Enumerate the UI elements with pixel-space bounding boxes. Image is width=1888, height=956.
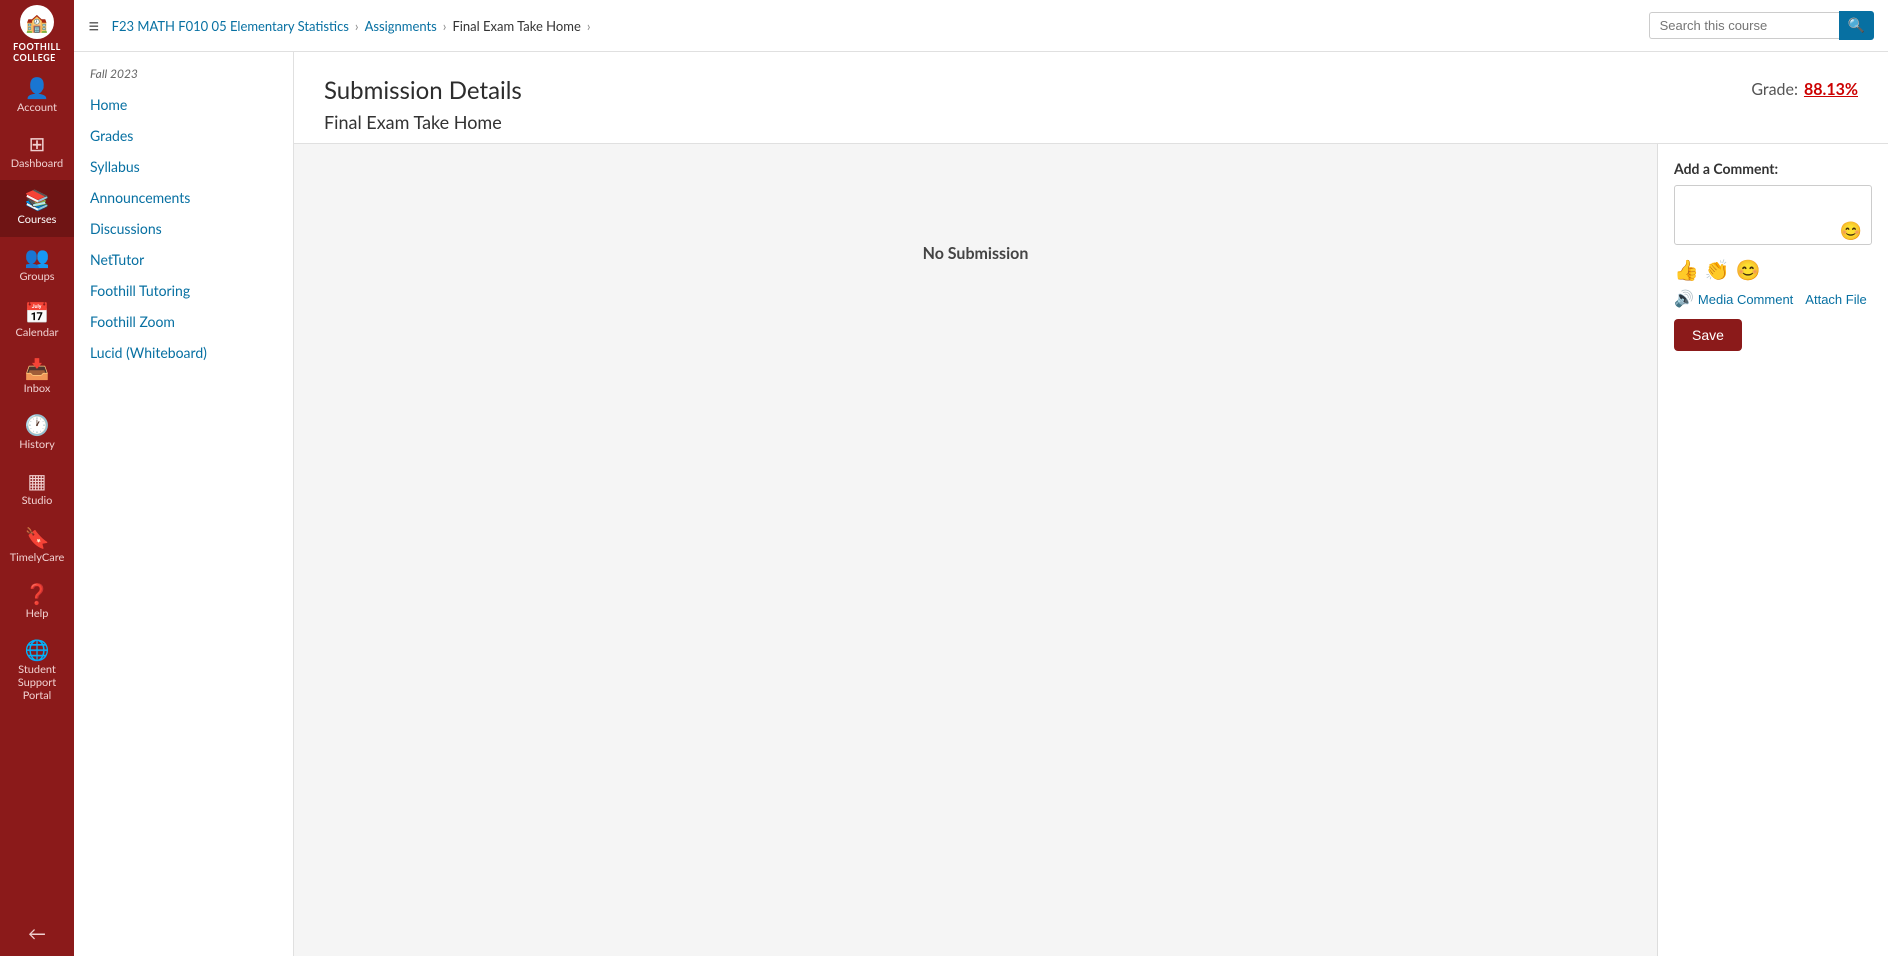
no-submission-text: No Submission bbox=[923, 244, 1029, 263]
thumbs-up-button[interactable]: 👍 bbox=[1674, 258, 1699, 283]
sidebar-item-label: Help bbox=[26, 607, 49, 620]
sidebar-item-account[interactable]: 👤 Account bbox=[0, 68, 74, 124]
help-icon: ❓ bbox=[25, 584, 50, 604]
comment-actions: 👍 👏 😊 🔊 Media Comment Attach File bbox=[1674, 258, 1872, 309]
breadcrumb-sep-2: › bbox=[443, 18, 447, 34]
breadcrumb-course[interactable]: F23 MATH F010 05 Elementary Statistics bbox=[112, 18, 349, 34]
breadcrumb-sep-1: › bbox=[355, 18, 359, 34]
sidebar-collapse-button[interactable]: ← bbox=[16, 910, 58, 956]
breadcrumb: F23 MATH F010 05 Elementary Statistics ›… bbox=[112, 18, 1649, 34]
collapse-icon: ← bbox=[28, 922, 46, 944]
sidebar-item-courses[interactable]: 📚 Courses bbox=[0, 180, 74, 236]
course-nav-home[interactable]: Home bbox=[74, 89, 293, 120]
dashboard-icon: ⊞ bbox=[29, 134, 46, 154]
sidebar-item-inbox[interactable]: 📥 Inbox bbox=[0, 349, 74, 405]
student-support-icon: 🌐 bbox=[25, 640, 50, 660]
search-button[interactable]: 🔍 bbox=[1839, 11, 1874, 40]
breadcrumb-assignments[interactable]: Assignments bbox=[365, 18, 437, 34]
sidebar-item-student-support[interactable]: 🌐 Student Support Portal bbox=[0, 630, 74, 713]
sidebar-item-label: Calendar bbox=[16, 326, 59, 339]
search-area: 🔍 bbox=[1649, 11, 1874, 40]
menu-icon[interactable]: ≡ bbox=[88, 14, 100, 38]
comment-panel-title: Add a Comment: bbox=[1674, 160, 1872, 177]
search-input[interactable] bbox=[1649, 12, 1839, 39]
sidebar-item-studio[interactable]: ▦ Studio bbox=[0, 461, 74, 517]
page-content: Submission Details Final Exam Take Home … bbox=[294, 52, 1888, 956]
inbox-icon: 📥 bbox=[25, 359, 50, 379]
account-icon: 👤 bbox=[25, 78, 50, 98]
timelycare-icon: 🔖 bbox=[25, 528, 50, 548]
logo[interactable]: 🏫 FOOTHILLCOLLEGE bbox=[0, 0, 74, 68]
sidebar-item-label: TimelyCare bbox=[10, 551, 65, 564]
smiley-button[interactable]: 😊 bbox=[1736, 258, 1761, 283]
course-nav-discussions[interactable]: Discussions bbox=[74, 213, 293, 244]
course-nav-foothill-zoom[interactable]: Foothill Zoom bbox=[74, 306, 293, 337]
course-nav-grades[interactable]: Grades bbox=[74, 120, 293, 151]
emoji-textarea-hint: 😊 bbox=[1840, 219, 1862, 242]
sidebar-item-label: Courses bbox=[18, 213, 57, 226]
main-area: ≡ F23 MATH F010 05 Elementary Statistics… bbox=[74, 0, 1888, 956]
grade-label: Grade: bbox=[1751, 80, 1798, 99]
sidebar-item-groups[interactable]: 👥 Groups bbox=[0, 237, 74, 293]
breadcrumb-current: Final Exam Take Home bbox=[452, 18, 580, 34]
course-semester: Fall 2023 bbox=[74, 66, 293, 89]
media-comment-label: Media Comment bbox=[1698, 292, 1793, 307]
sidebar: 🏫 FOOTHILLCOLLEGE 👤 Account ⊞ Dashboard … bbox=[0, 0, 74, 956]
groups-icon: 👥 bbox=[25, 247, 50, 267]
course-nav-foothill-tutoring[interactable]: Foothill Tutoring bbox=[74, 275, 293, 306]
sidebar-item-label: Inbox bbox=[24, 382, 51, 395]
topbar: ≡ F23 MATH F010 05 Elementary Statistics… bbox=[74, 0, 1888, 52]
studio-icon: ▦ bbox=[28, 471, 47, 491]
sidebar-item-timelycare[interactable]: 🔖 TimelyCare bbox=[0, 518, 74, 574]
sidebar-item-help[interactable]: ❓ Help bbox=[0, 574, 74, 630]
course-nav-nettutor[interactable]: NetTutor bbox=[74, 244, 293, 275]
breadcrumb-sep-3: › bbox=[587, 18, 591, 34]
clap-button[interactable]: 👏 bbox=[1705, 258, 1730, 283]
sidebar-item-label: Dashboard bbox=[11, 157, 63, 170]
attach-file-button[interactable]: Attach File bbox=[1805, 292, 1866, 307]
page-header: Submission Details Final Exam Take Home … bbox=[294, 52, 1888, 144]
history-icon: 🕐 bbox=[25, 415, 50, 435]
sidebar-item-dashboard[interactable]: ⊞ Dashboard bbox=[0, 124, 74, 180]
assignment-name: Final Exam Take Home bbox=[324, 111, 522, 133]
course-nav-announcements[interactable]: Announcements bbox=[74, 182, 293, 213]
content-wrapper: Fall 2023 Home Grades Syllabus Announcem… bbox=[74, 52, 1888, 956]
sidebar-item-label: Studio bbox=[22, 494, 53, 507]
sidebar-item-label: Groups bbox=[19, 270, 54, 283]
grade-value: 88.13% bbox=[1804, 80, 1858, 99]
sidebar-item-calendar[interactable]: 📅 Calendar bbox=[0, 293, 74, 349]
save-button[interactable]: Save bbox=[1674, 319, 1742, 351]
logo-icon: 🏫 bbox=[20, 5, 54, 39]
courses-icon: 📚 bbox=[25, 190, 50, 210]
submission-area: No Submission Add a Comment: 😊 👍 👏 😊 bbox=[294, 144, 1888, 956]
sidebar-item-label: History bbox=[19, 438, 55, 451]
page-title: Submission Details bbox=[324, 76, 522, 105]
sidebar-item-history[interactable]: 🕐 History bbox=[0, 405, 74, 461]
course-nav-syllabus[interactable]: Syllabus bbox=[74, 151, 293, 182]
logo-text: FOOTHILLCOLLEGE bbox=[13, 41, 61, 63]
course-sidebar: Fall 2023 Home Grades Syllabus Announcem… bbox=[74, 52, 294, 956]
comment-panel: Add a Comment: 😊 👍 👏 😊 🔊 Media Comment bbox=[1658, 144, 1888, 956]
sidebar-item-label: Student Support Portal bbox=[4, 663, 70, 703]
page-title-block: Submission Details Final Exam Take Home bbox=[324, 76, 522, 133]
media-comment-button[interactable]: 🔊 Media Comment bbox=[1674, 289, 1793, 309]
course-nav-lucid[interactable]: Lucid (Whiteboard) bbox=[74, 337, 293, 368]
calendar-icon: 📅 bbox=[25, 303, 50, 323]
media-icon: 🔊 bbox=[1674, 289, 1694, 309]
sidebar-item-label: Account bbox=[17, 101, 57, 114]
grade-display: Grade: 88.13% bbox=[1751, 76, 1858, 99]
submission-main: No Submission bbox=[294, 144, 1658, 956]
